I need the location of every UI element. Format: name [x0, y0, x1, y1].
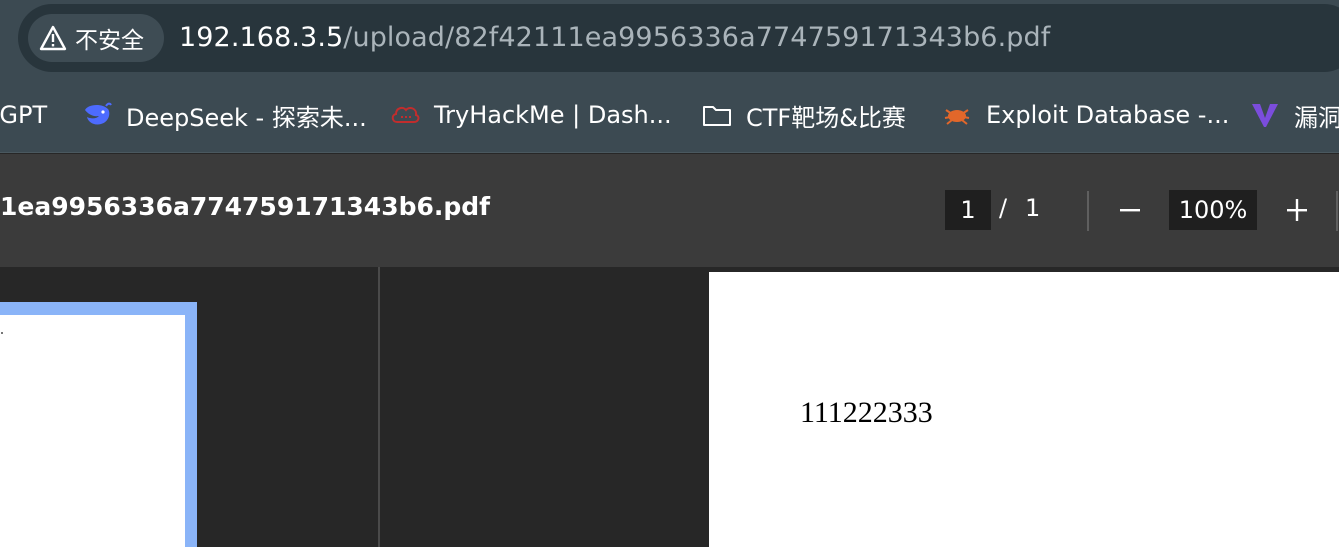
zoom-out-button[interactable]: [1112, 190, 1148, 230]
url-text[interactable]: 192.168.3.5/upload/82f42111ea9956336a774…: [179, 18, 1050, 58]
site-security-chip[interactable]: 不安全: [28, 14, 164, 62]
total-pages: 1: [1025, 194, 1041, 222]
zoom-in-button[interactable]: [1279, 190, 1315, 230]
bookmark-vulnerability[interactable]: 漏洞: [1250, 78, 1339, 152]
bookmark-tryhackme[interactable]: TryHackMe | Dash...: [390, 78, 672, 152]
folder-icon: [703, 106, 731, 126]
minus-icon: [1120, 209, 1140, 212]
bookmark-deepseek[interactable]: DeepSeek - 探索未...: [82, 78, 367, 152]
security-label: 不安全: [75, 28, 144, 54]
bookmark-label: DeepSeek - 探索未...: [126, 103, 367, 132]
pdf-file-title: 1ea9956336a774759171343b6.pdf: [0, 192, 491, 221]
page-separator: /: [999, 194, 1008, 222]
plus-icon: [1287, 199, 1307, 221]
url-path: /upload/82f42111ea9956336a774759171343b6…: [343, 22, 1051, 53]
bookmark-label: TryHackMe | Dash...: [434, 101, 672, 129]
browser-window: 不安全 192.168.3.5/upload/82f42111ea9956336…: [0, 0, 1339, 547]
pdf-toolbar: 1ea9956336a774759171343b6.pdf 1 / 1 100%: [0, 154, 1339, 267]
browser-toolbar: 不安全 192.168.3.5/upload/82f42111ea9956336…: [0, 0, 1339, 78]
bookmark-folder-ctf[interactable]: CTF靶场&比赛: [702, 78, 906, 152]
bookmark-label: CTF靶场&比赛: [746, 103, 906, 132]
page-thumbnail[interactable]: [0, 315, 185, 547]
thumbnail-text-mark: [1, 332, 3, 334]
bookmark-label: 漏洞: [1294, 103, 1339, 132]
warning-triangle-icon: [39, 25, 67, 51]
bookmark-label: tGPT: [0, 101, 48, 129]
url-host: 192.168.3.5: [179, 22, 344, 53]
toolbar-divider: [1087, 191, 1089, 231]
bookmark-chatgpt[interactable]: tGPT: [0, 78, 47, 152]
deepseek-whale-icon: [85, 102, 112, 125]
pdf-page-text: 111222333: [800, 396, 933, 429]
bookmark-exploit-db[interactable]: Exploit Database -...: [942, 78, 1229, 152]
exploit-db-bug-icon: [944, 109, 970, 125]
zoom-level-input[interactable]: 100%: [1169, 190, 1257, 230]
toolbar-divider: [1336, 191, 1338, 231]
vulnerability-v-icon: [1252, 104, 1278, 127]
tryhackme-cloud-icon: [391, 106, 420, 123]
bookmarks-bar: tGPT DeepSeek - 探索未... TryHackMe | Dash.…: [0, 78, 1339, 153]
bookmark-label: Exploit Database -...: [986, 101, 1230, 129]
page-number-input[interactable]: 1: [945, 190, 991, 230]
